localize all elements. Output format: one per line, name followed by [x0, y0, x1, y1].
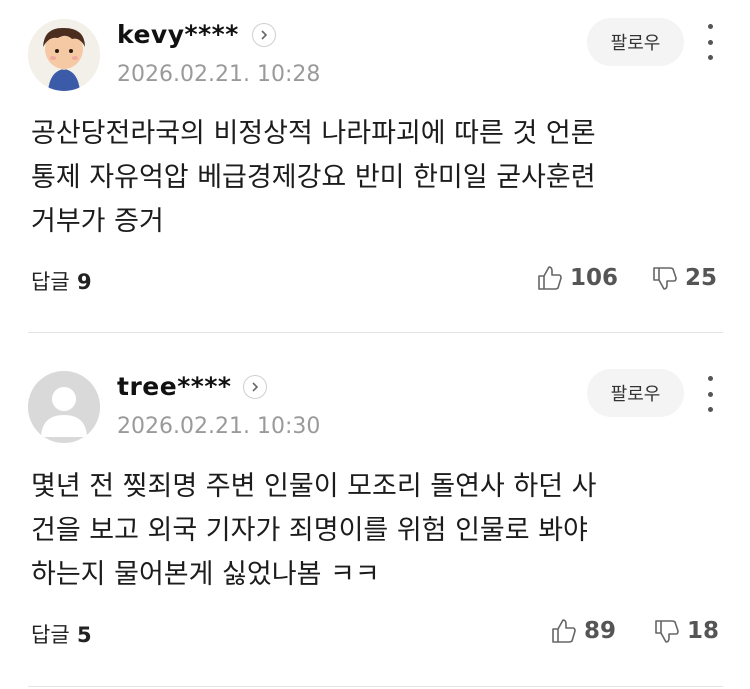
comment-date: 2026.02.21. 10:28: [117, 62, 321, 87]
comment-text-line: 건을 보고 외국 기자가 죄명이를 위험 인물로 봐야: [31, 515, 588, 546]
thumbs-down-icon: [653, 617, 681, 645]
dislike-count: 25: [685, 265, 718, 291]
thumbs-up-icon: [536, 264, 564, 292]
like-count: 106: [570, 265, 619, 291]
username[interactable]: kevy****: [117, 20, 239, 49]
reply-button[interactable]: 답글 9: [31, 266, 92, 296]
comment-text: 공산당전라국의 비정상적 나라파괴에 따른 것 언론 통제 자유억압 베급경제강…: [31, 112, 711, 244]
like-button[interactable]: 106: [536, 264, 618, 292]
dislike-button[interactable]: 18: [653, 617, 719, 645]
chevron-right-icon[interactable]: [243, 375, 267, 399]
reply-count: 5: [76, 623, 92, 647]
like-button[interactable]: 89: [550, 617, 616, 645]
username[interactable]: tree****: [117, 372, 232, 401]
comment-date: 2026.02.21. 10:30: [117, 414, 321, 439]
avatar[interactable]: [28, 371, 100, 443]
thumbs-down-icon: [651, 264, 679, 292]
reply-label: 답글: [31, 270, 70, 294]
comment-item: tree**** 2026.02.21. 10:30 팔로우 몇년 전 찢죄명 …: [0, 334, 750, 689]
reply-count: 9: [76, 270, 92, 294]
chevron-right-icon[interactable]: [252, 23, 276, 47]
comment-text-line: 거부가 증거: [31, 206, 164, 237]
follow-button[interactable]: 팔로우: [587, 18, 684, 66]
like-count: 89: [584, 618, 617, 644]
comment-text-line: 하는지 물어본게 싫었나봄 ㅋㅋ: [31, 559, 380, 590]
comment-text-line: 몇년 전 찢죄명 주변 인물이 모조리 돌연사 하던 사: [31, 471, 597, 502]
more-vertical-icon[interactable]: [702, 24, 718, 60]
divider: [28, 686, 723, 687]
reply-label: 답글: [31, 623, 70, 647]
comment-text-line: 통제 자유억압 베급경제강요 반미 한미일 굳사훈련: [31, 162, 596, 193]
dislike-button[interactable]: 25: [651, 264, 717, 292]
comment-text: 몇년 전 찢죄명 주변 인물이 모조리 돌연사 하던 사 건을 보고 외국 기자…: [31, 465, 711, 597]
divider: [28, 332, 723, 333]
reply-button[interactable]: 답글 5: [31, 619, 92, 649]
avatar[interactable]: [28, 19, 100, 91]
comment-text-line: 공산당전라국의 비정상적 나라파괴에 따른 것 언론: [31, 118, 596, 149]
thumbs-up-icon: [550, 617, 578, 645]
dislike-count: 18: [687, 618, 720, 644]
follow-button[interactable]: 팔로우: [587, 369, 684, 417]
comment-item: kevy**** 2026.02.21. 10:28 팔로우 공산당전라국의 비…: [0, 0, 750, 332]
more-vertical-icon[interactable]: [702, 376, 718, 412]
